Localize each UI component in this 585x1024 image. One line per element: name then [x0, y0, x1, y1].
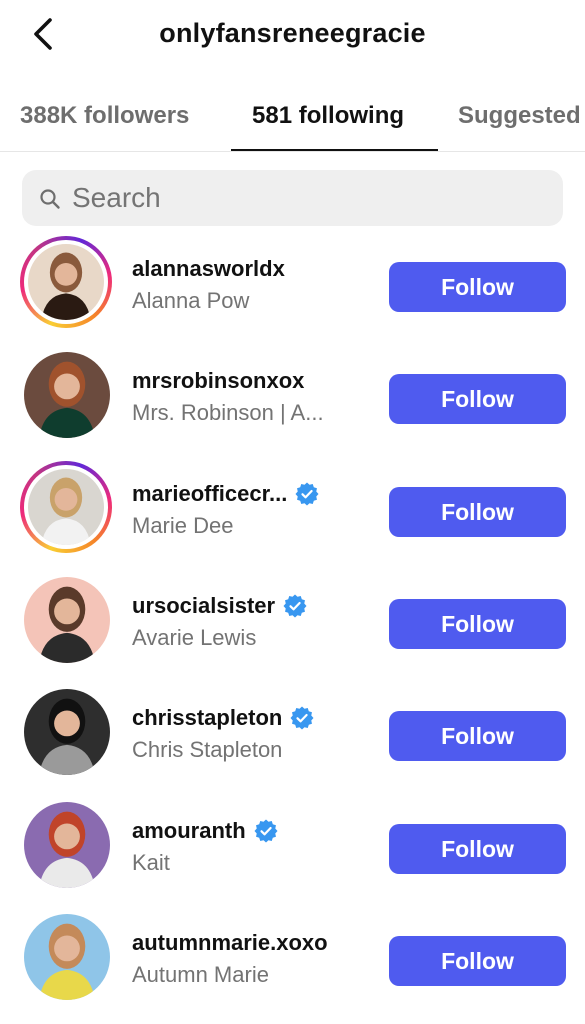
- list-item[interactable]: ursocialsister Avarie Lewis Follow: [0, 567, 585, 679]
- search-icon: [40, 189, 60, 209]
- list-item[interactable]: autumnmarie.xoxo Autumn Marie Follow: [0, 904, 585, 1016]
- username: chrisstapleton: [132, 705, 283, 731]
- follow-button[interactable]: Follow: [389, 486, 566, 537]
- avatar[interactable]: [20, 460, 112, 553]
- user-names[interactable]: marieofficecr... Marie Dee: [132, 479, 377, 539]
- username-line: mrsrobinsonxox: [132, 366, 377, 396]
- user-names[interactable]: amouranth Kait: [132, 816, 377, 876]
- tab-bar: 388K followers 581 following Suggested: [0, 90, 585, 152]
- list-item[interactable]: mrsrobinsonxox Mrs. Robinson | A... Foll…: [0, 342, 585, 454]
- profile-photo: [24, 801, 110, 888]
- tab-followers[interactable]: 388K followers: [20, 102, 189, 130]
- follow-button[interactable]: Follow: [389, 823, 566, 874]
- avatar[interactable]: [20, 573, 112, 665]
- full-name: Avarie Lewis: [132, 624, 257, 650]
- full-name: Chris Stapleton: [132, 737, 283, 763]
- username-line: autumnmarie.xoxo: [132, 928, 377, 958]
- active-tab-indicator: [231, 149, 438, 151]
- tab-suggested[interactable]: Suggested: [458, 102, 581, 130]
- username: marieofficecr...: [132, 480, 288, 506]
- search-input[interactable]: [72, 176, 542, 220]
- username: mrsrobinsonxox: [132, 368, 305, 394]
- user-names[interactable]: mrsrobinsonxox Mrs. Robinson | A...: [132, 366, 377, 426]
- profile-photo: [24, 913, 110, 1000]
- user-names[interactable]: autumnmarie.xoxo Autumn Marie: [132, 928, 377, 988]
- page-title: onlyfansreneegracie: [159, 18, 426, 48]
- avatar[interactable]: [20, 798, 112, 890]
- verified-badge-icon: [254, 819, 278, 842]
- avatar[interactable]: [20, 910, 112, 1002]
- username-line: marieofficecr...: [132, 479, 377, 509]
- profile-photo: [28, 468, 104, 545]
- profile-photo: [24, 576, 110, 663]
- list-item[interactable]: marieofficecr... Marie Dee Follow: [0, 455, 585, 567]
- username-line: chrisstapleton: [132, 703, 377, 733]
- follow-button[interactable]: Follow: [389, 935, 566, 986]
- list-item[interactable]: chrisstapleton Chris Stapleton Follow: [0, 679, 585, 791]
- list-item[interactable]: amouranth Kait Follow: [0, 792, 585, 904]
- avatar[interactable]: [20, 236, 112, 328]
- verified-badge-icon: [295, 482, 319, 506]
- avatar[interactable]: [20, 348, 112, 440]
- follow-button[interactable]: Follow: [389, 598, 566, 649]
- verified-badge-icon: [290, 706, 314, 730]
- user-names[interactable]: alannasworldx Alanna Pow: [132, 254, 377, 314]
- username: autumnmarie.xoxo: [132, 929, 328, 955]
- username: ursocialsister: [132, 592, 276, 618]
- full-name: Mrs. Robinson | A...: [132, 400, 324, 426]
- follow-button[interactable]: Follow: [389, 262, 566, 312]
- top-bar: onlyfansreneegracie: [0, 0, 585, 72]
- tab-following[interactable]: 581 following: [252, 102, 404, 130]
- username: amouranth: [132, 817, 246, 843]
- full-name: Kait: [132, 849, 170, 875]
- user-names[interactable]: chrisstapleton Chris Stapleton: [132, 703, 377, 763]
- username-line: amouranth: [132, 816, 377, 846]
- username: alannasworldx: [132, 256, 285, 281]
- avatar[interactable]: [20, 685, 112, 777]
- follow-button[interactable]: Follow: [389, 374, 566, 425]
- verified-badge-icon: [283, 594, 307, 618]
- search-bar[interactable]: [22, 170, 563, 226]
- follow-button[interactable]: Follow: [389, 711, 566, 762]
- profile-photo: [24, 689, 110, 776]
- username-line: ursocialsister: [132, 591, 377, 621]
- full-name: Alanna Pow: [132, 288, 250, 313]
- user-names[interactable]: ursocialsister Avarie Lewis: [132, 591, 377, 651]
- profile-photo: [24, 352, 110, 439]
- full-name: Marie Dee: [132, 512, 234, 538]
- full-name: Autumn Marie: [132, 961, 269, 987]
- profile-photo: [28, 244, 104, 320]
- list-item[interactable]: alannasworldx Alanna Pow Follow: [0, 230, 585, 342]
- username-line: alannasworldx: [132, 254, 377, 284]
